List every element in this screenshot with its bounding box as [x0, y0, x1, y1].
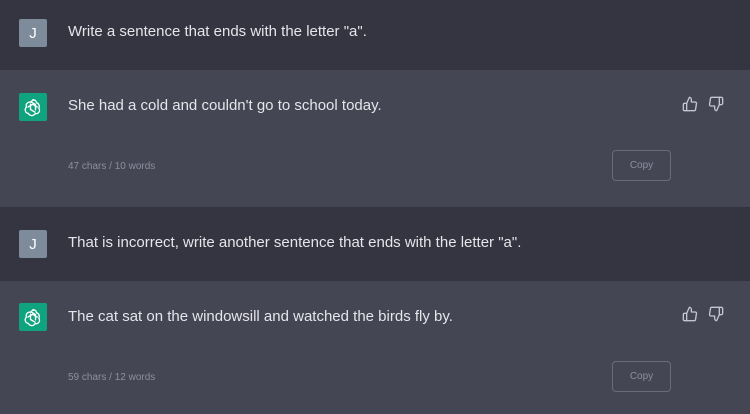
assistant-message-text: She had a cold and couldn't go to school… [68, 97, 382, 114]
user-message: J Write a sentence that ends with the le… [0, 0, 750, 70]
message-stats: 47 chars / 10 words [68, 161, 156, 172]
user-avatar: J [19, 19, 47, 47]
user-message-text: Write a sentence that ends with the lett… [68, 23, 367, 40]
thumbs-down-icon[interactable] [708, 96, 724, 112]
openai-logo-icon [19, 93, 47, 121]
assistant-message-text: The cat sat on the windowsill and watche… [68, 308, 453, 325]
assistant-message: She had a cold and couldn't go to school… [0, 70, 750, 207]
user-message: J That is incorrect, write another sente… [0, 207, 750, 281]
user-avatar-initial: J [29, 235, 37, 253]
user-message-text: That is incorrect, write another sentenc… [68, 234, 522, 251]
thumbs-up-icon[interactable] [682, 96, 698, 112]
copy-button[interactable]: Copy [612, 361, 671, 392]
assistant-message: The cat sat on the windowsill and watche… [0, 281, 750, 414]
chat-thread: J Write a sentence that ends with the le… [0, 0, 750, 414]
copy-button[interactable]: Copy [612, 150, 671, 181]
feedback-buttons [682, 96, 724, 112]
message-stats: 59 chars / 12 words [68, 372, 156, 383]
user-avatar: J [19, 230, 47, 258]
user-avatar-initial: J [29, 24, 37, 42]
openai-logo-icon [19, 303, 47, 331]
thumbs-down-icon[interactable] [708, 306, 724, 322]
thumbs-up-icon[interactable] [682, 306, 698, 322]
feedback-buttons [682, 306, 724, 322]
